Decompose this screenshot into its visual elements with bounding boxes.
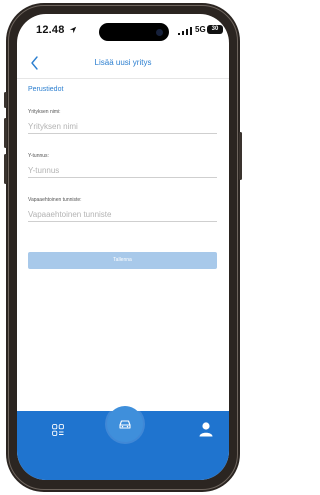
section-title: Perustiedot <box>28 86 64 93</box>
business-id-label: Y-tunnus: <box>28 153 49 159</box>
save-button[interactable]: Tallenna <box>28 252 217 269</box>
business-id-input[interactable] <box>28 164 217 178</box>
optional-identifier-input[interactable] <box>28 208 217 222</box>
company-name-input[interactable] <box>28 120 217 134</box>
location-arrow-icon <box>69 26 77 34</box>
person-icon[interactable] <box>198 421 214 437</box>
screen: 12.48 5G 30 Lisää uusi yritys Perustiedo… <box>17 14 229 480</box>
camera-icon <box>156 29 163 36</box>
side-button <box>4 154 7 184</box>
page-title: Lisää uusi yritys <box>94 58 152 67</box>
grid-icon[interactable] <box>52 424 64 436</box>
optional-identifier-label: Vapaaehtoinen tunniste: <box>28 197 82 203</box>
dynamic-island <box>99 23 169 41</box>
status-bar: 12.48 5G 30 <box>17 14 229 50</box>
network-type: 5G <box>195 25 206 34</box>
battery-icon: 30 <box>207 25 223 34</box>
side-button <box>4 118 7 148</box>
side-button <box>239 132 242 180</box>
status-time: 12.48 <box>36 24 65 36</box>
header: Lisää uusi yritys <box>17 52 229 76</box>
header-divider <box>17 78 229 79</box>
side-button <box>4 92 7 108</box>
car-icon <box>119 420 131 429</box>
company-name-label: Yrityksen nimi: <box>28 109 61 115</box>
car-button[interactable] <box>107 406 143 442</box>
signal-icon <box>178 27 192 35</box>
